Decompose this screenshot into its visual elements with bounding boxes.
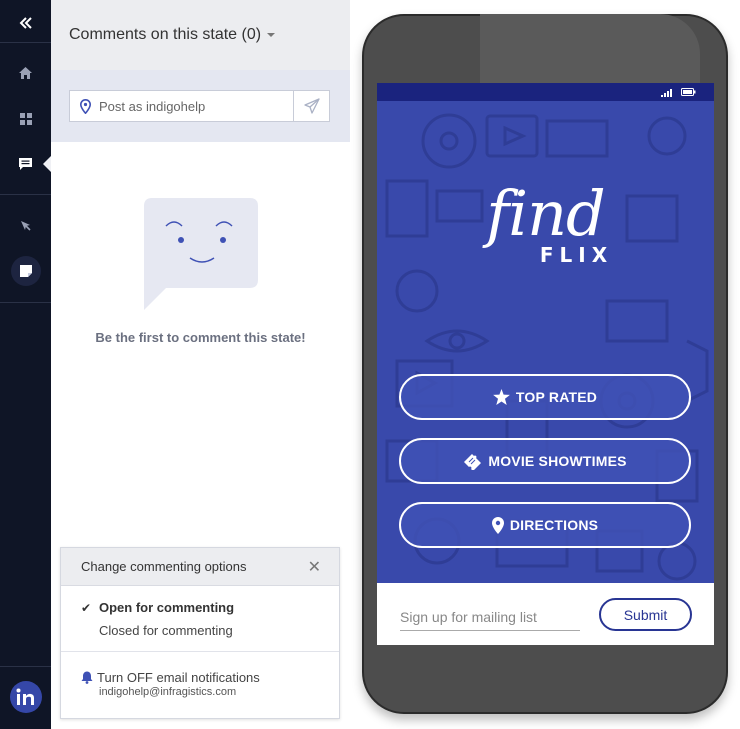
- rail-divider: [0, 666, 51, 667]
- directions-label: DIRECTIONS: [509, 517, 599, 533]
- notes-circle: [10, 256, 41, 286]
- commenting-options-header: Change commenting options ✕: [61, 548, 339, 586]
- movie-showtimes-button[interactable]: MOVIE SHOWTIMES: [399, 438, 691, 484]
- grid-icon: [19, 113, 32, 125]
- post-comment-area: Post as indigohelp: [51, 70, 350, 142]
- commenting-options-title: Change commenting options: [81, 559, 247, 574]
- comment-icon: [19, 157, 32, 170]
- rail-divider: [0, 194, 51, 195]
- email-notifications-label: Turn OFF email notifications: [97, 670, 260, 685]
- top-rated-label: TOP RATED: [515, 389, 598, 405]
- app-screen: find FLIX TOP RATED MOVIE SHOWTIMES DIRE…: [377, 83, 714, 645]
- star-icon: [493, 389, 510, 405]
- phone-reflection: [480, 14, 700, 84]
- submit-button[interactable]: Submit: [599, 598, 692, 631]
- bell-icon: [81, 671, 93, 684]
- status-bar: [377, 83, 714, 101]
- active-indicator: [43, 156, 51, 172]
- collapse-button[interactable]: [0, 0, 51, 46]
- battery-icon: [681, 88, 696, 96]
- note-icon: [19, 265, 32, 277]
- commenting-options-popup: Change commenting options ✕ ✔ Open for c…: [60, 547, 340, 719]
- closed-for-commenting-option[interactable]: Closed for commenting: [99, 623, 233, 638]
- left-rail: [0, 0, 51, 729]
- account-button[interactable]: [0, 674, 51, 720]
- open-for-commenting-option[interactable]: ✔ Open for commenting: [81, 600, 234, 615]
- send-icon: [303, 98, 320, 114]
- movie-showtimes-label: MOVIE SHOWTIMES: [488, 453, 627, 469]
- mailing-list-form: Sign up for mailing list Submit: [377, 583, 714, 645]
- empty-comments-illustration: [144, 198, 258, 315]
- signal-icon: [661, 89, 672, 97]
- checkmark-icon: ✔: [81, 600, 92, 615]
- rail-inspect-button[interactable]: [0, 202, 51, 248]
- logo-script-text: find: [486, 177, 605, 250]
- empty-comments-message: Be the first to comment this state!: [95, 330, 306, 345]
- comments-panel: Comments on this state (0) Post as indig…: [51, 0, 350, 729]
- open-for-commenting-label: Open for commenting: [99, 600, 235, 615]
- rail-screens-button[interactable]: [0, 96, 51, 142]
- logo-word-text: FLIX: [539, 243, 614, 267]
- rail-home-button[interactable]: [0, 50, 51, 96]
- top-rated-button[interactable]: TOP RATED: [399, 374, 691, 420]
- notification-email: indigohelp@infragistics.com: [99, 686, 237, 698]
- comments-header[interactable]: Comments on this state (0): [51, 0, 350, 70]
- close-icon[interactable]: ✕: [308, 557, 321, 577]
- home-icon: [19, 67, 32, 79]
- post-comment-placeholder: Post as indigohelp: [99, 98, 206, 114]
- email-notifications-toggle[interactable]: Turn OFF email notifications: [81, 670, 260, 685]
- rail-notes-button[interactable]: [0, 248, 51, 294]
- comments-title[interactable]: Comments on this state (0): [69, 26, 261, 44]
- mailing-list-input[interactable]: Sign up for mailing list: [400, 605, 580, 631]
- ticket-icon: [464, 453, 482, 470]
- options-divider: [61, 651, 339, 652]
- post-comment-input[interactable]: Post as indigohelp: [69, 90, 294, 122]
- send-button[interactable]: [293, 90, 330, 122]
- rail-divider: [0, 302, 51, 303]
- pointer-icon: [21, 220, 31, 231]
- chevron-down-icon[interactable]: [267, 33, 276, 37]
- logo-icon: [9, 681, 42, 713]
- directions-button[interactable]: DIRECTIONS: [399, 502, 691, 548]
- rail-divider: [0, 42, 51, 43]
- double-chevron-left-icon: [19, 17, 32, 29]
- findflix-logo: find FLIX: [377, 177, 714, 268]
- map-pin-icon: [491, 516, 504, 534]
- map-pin-icon: [80, 98, 91, 114]
